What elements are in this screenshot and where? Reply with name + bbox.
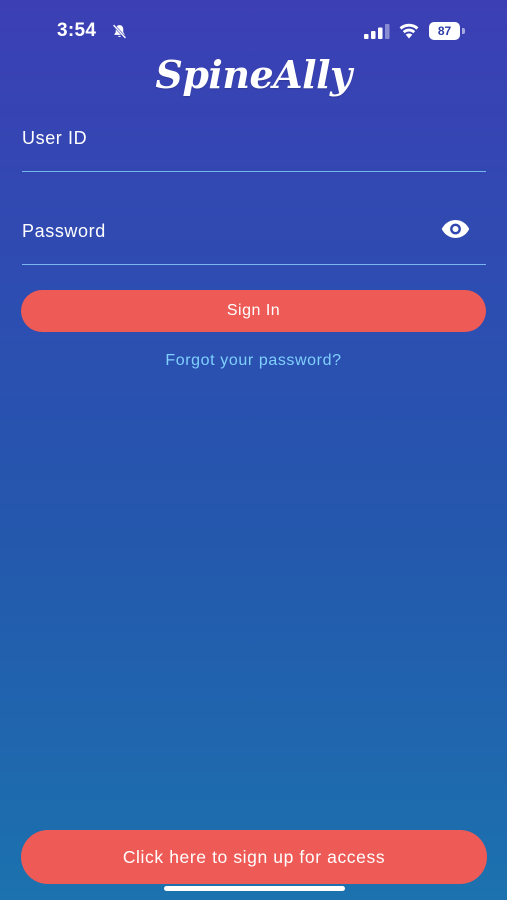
password-input[interactable] [22, 215, 426, 253]
sign-in-button[interactable]: Sign In [21, 290, 486, 332]
eye-icon[interactable] [441, 219, 470, 239]
password-field[interactable]: Password [22, 203, 486, 265]
home-indicator[interactable] [164, 886, 345, 891]
sign-up-button[interactable]: Click here to sign up for access [21, 830, 487, 884]
login-screen: 3:54 87 SpineAlly User ID Password Sign … [0, 0, 507, 900]
battery-icon: 87 [429, 22, 465, 40]
battery-level: 87 [429, 22, 460, 40]
wifi-icon [399, 23, 419, 39]
battery-tip [462, 28, 465, 34]
app-logo: SpineAlly [155, 52, 352, 97]
status-bar: 3:54 87 [0, 0, 507, 60]
forgot-password-link[interactable]: Forgot your password? [0, 352, 507, 370]
bell-slash-icon [112, 24, 127, 39]
cellular-signal-icon [364, 24, 390, 39]
user-id-input[interactable] [22, 122, 426, 160]
status-time: 3:54 [57, 20, 97, 41]
user-id-field[interactable]: User ID [22, 110, 486, 172]
